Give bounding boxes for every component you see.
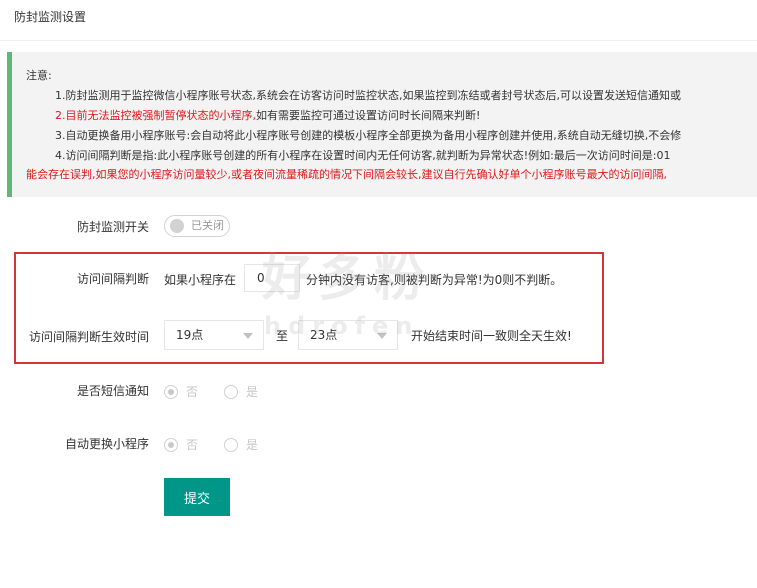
sms-label: 是否短信通知 — [76, 384, 149, 398]
sms-radio-yes[interactable] — [224, 385, 238, 399]
end-hour-value: 23点 — [310, 328, 338, 342]
chevron-down-icon — [377, 333, 387, 339]
auto-switch-radio-yes[interactable] — [224, 438, 238, 452]
start-hour-select[interactable]: 19点 — [164, 320, 264, 350]
notice-line-3: 3.自动更换备用小程序账号:会自动将此小程序账号创建的模板小程序全部更换为备用小… — [55, 129, 682, 142]
switch-label: 防封监测开关 — [76, 220, 149, 234]
auto-switch-label: 自动更换小程序 — [64, 437, 149, 451]
page-title: 防封监测设置 — [14, 10, 87, 24]
interval-label: 访问间隔判断 — [76, 272, 149, 286]
chevron-down-icon — [243, 333, 253, 339]
interval-minutes-input[interactable] — [244, 264, 300, 292]
notice-line-4: 4.访问间隔判断是指:此小程序账号创建的所有小程序在设置时间内无任何访客,就判断… — [55, 149, 671, 162]
time-separator: 至 — [276, 329, 289, 343]
notice-line-2-warning: 2.目前无法监控被强制暂停状态的小程序, — [55, 109, 256, 122]
sms-radio-no[interactable] — [164, 385, 178, 399]
end-hour-select[interactable]: 23点 — [298, 320, 398, 350]
start-hour-value: 19点 — [176, 328, 204, 342]
interval-suffix: 分钟内没有访客,则被判断为异常!为0则不判断。 — [306, 273, 563, 287]
notice-line-2-rest: 如有需要监控可通过设置访问时长间隔来判断! — [256, 109, 481, 122]
auto-switch-option-yes: 是 — [246, 438, 259, 452]
sms-option-no: 否 — [186, 385, 199, 399]
toggle-state-text: 已关闭 — [191, 219, 224, 232]
interval-prefix: 如果小程序在 — [164, 273, 237, 287]
notice-line-1: 1.防封监测用于监控微信小程序账号状态,系统会在访客访问时监控状态,如果监控到冻… — [55, 89, 681, 102]
notice-line-2: 2.目前无法监控被强制暂停状态的小程序,如有需要监控可通过设置访问时长间隔来判断… — [55, 109, 480, 123]
settings-page: 防封监测设置 注意: 1.防封监测用于监控微信小程序账号状态,系统会在访客访问时… — [0, 0, 757, 588]
notice-box: 注意: 1.防封监测用于监控微信小程序账号状态,系统会在访客访问时监控状态,如果… — [7, 52, 757, 197]
submit-button[interactable]: 提交 — [164, 478, 230, 516]
notice-title: 注意: — [26, 69, 52, 82]
title-divider — [0, 40, 757, 41]
toggle-knob — [170, 219, 184, 233]
auto-switch-option-no: 否 — [186, 438, 199, 452]
effective-time-label: 访问间隔判断生效时间 — [28, 330, 149, 344]
auto-switch-radio-no[interactable] — [164, 438, 178, 452]
monitor-toggle[interactable]: 已关闭 — [164, 215, 230, 237]
sms-option-yes: 是 — [246, 385, 259, 399]
time-hint: 开始结束时间一致则全天生效! — [411, 329, 572, 343]
notice-line-5: 能会存在误判,如果您的小程序访问量较少,或者夜间流量稀疏的情况下间隔会较长,建议… — [26, 168, 667, 181]
